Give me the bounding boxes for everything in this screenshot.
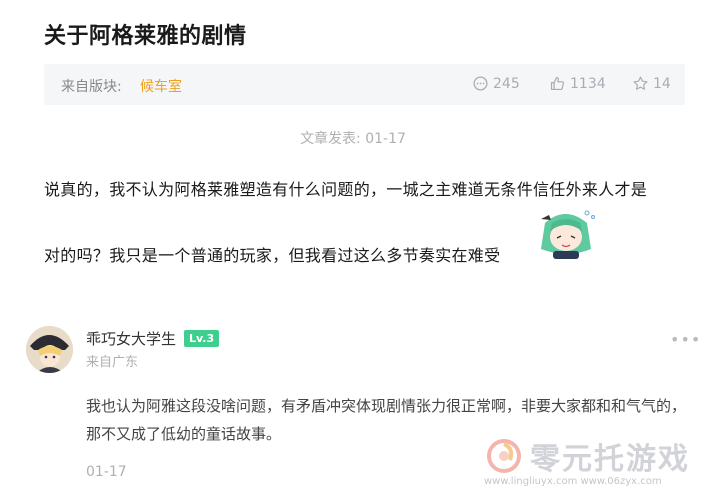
post-title: 关于阿格莱雅的剧情 — [44, 24, 247, 49]
watermark-sites: www.lingliuyx.com www.06zyx.com — [484, 476, 662, 487]
like-count: 1134 — [570, 75, 606, 92]
more-options-button[interactable]: ••• — [670, 330, 701, 349]
like-button[interactable]: 1134 — [549, 75, 606, 92]
site-watermark: 零元托游戏 www.lingliuyx.com www.06zyx.com — [478, 432, 706, 492]
post-meta-bar: 来自版块: 候车室 245 1134 14 — [44, 64, 685, 105]
favorite-button[interactable]: 14 — [632, 75, 671, 92]
comment-icon — [473, 76, 488, 91]
post-body-line: 对的吗？我只是一个普通的玩家，但我看过这么多节奏实在难受 — [44, 246, 501, 265]
avatar[interactable] — [26, 326, 73, 373]
comment-count: 245 — [493, 75, 520, 92]
favorite-count: 14 — [653, 75, 671, 92]
level-badge: Lv.3 — [184, 330, 220, 347]
star-icon — [633, 76, 648, 90]
thumbs-up-icon — [550, 76, 564, 91]
board-link[interactable]: 候车室 — [140, 76, 182, 96]
post-date: 文章发表: 01-17 — [300, 131, 406, 147]
comment-date: 01-17 — [86, 464, 127, 480]
comment-username[interactable]: 乖巧女大学生 — [86, 328, 176, 349]
watermark-brand: 零元托游戏 — [530, 442, 690, 477]
post-body-line: 说真的，我不认为阿格莱雅塑造有什么问题的，一城之主难道无条件信任外来人才是 — [44, 180, 648, 199]
comment-location: 来自广东 — [86, 355, 139, 370]
brand-logo-icon — [487, 439, 521, 473]
comment-count-button[interactable]: 245 — [472, 75, 520, 92]
chibi-sticker-image — [541, 210, 595, 259]
board-label: 来自版块: — [61, 79, 122, 95]
